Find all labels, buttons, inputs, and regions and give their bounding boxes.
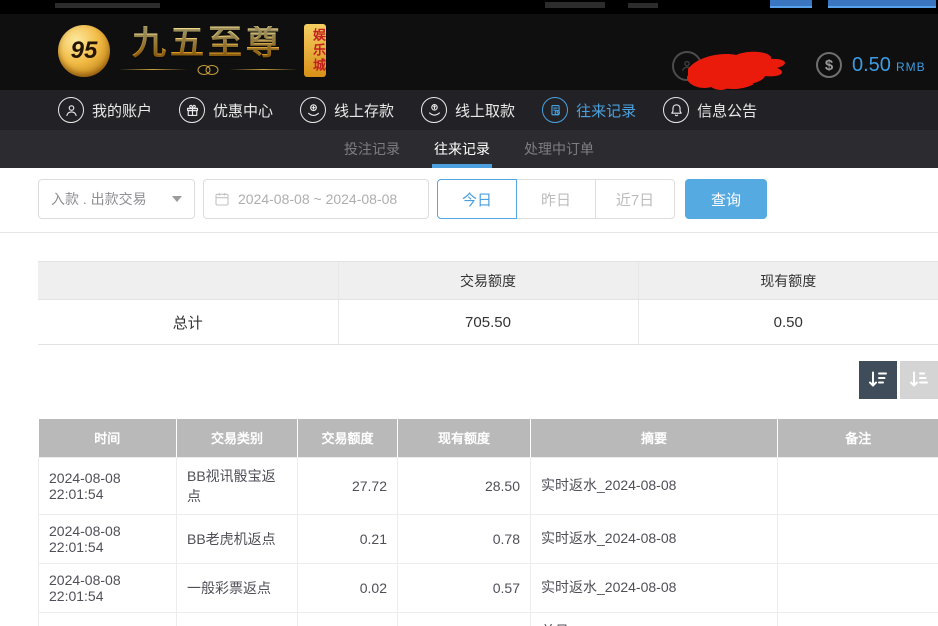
cell-summary: 实时返水_2024-08-08 xyxy=(531,563,778,612)
cell-note: Okpay xyxy=(778,612,938,626)
site-header: 95 九五至尊 娱乐城 xyxy=(0,14,938,90)
yesterday-button[interactable]: 昨日 xyxy=(516,179,596,219)
clipped-text xyxy=(628,3,658,8)
col-summary: 摘要 xyxy=(531,419,778,457)
cell-note xyxy=(778,563,938,612)
clipped-top-strip xyxy=(0,0,938,14)
cell-time: 2024-08-08 22:01:54 xyxy=(39,563,177,612)
transaction-type-select[interactable]: 入款 . 出款交易 xyxy=(38,179,195,219)
nav-item-online-withdraw[interactable]: 线上取款 xyxy=(421,97,515,123)
summary-header-transaction: 交易额度 xyxy=(338,262,638,300)
clipped-link[interactable] xyxy=(828,0,936,8)
summary-header-empty xyxy=(38,262,338,300)
col-balance: 现有额度 xyxy=(398,419,531,457)
gift-icon xyxy=(179,97,205,123)
calendar-icon xyxy=(214,191,230,207)
main-nav: 我的账户 优惠中心 线上存款 线上取款 往来记录 xyxy=(0,90,938,130)
cell-amount: 27.72 xyxy=(298,457,398,514)
nav-item-online-deposit[interactable]: 线上存款 xyxy=(300,97,394,123)
tab-bet-records[interactable]: 投注记录 xyxy=(342,130,402,168)
site-logo[interactable]: 95 九五至尊 娱乐城 xyxy=(58,24,326,77)
transaction-type-value: 入款 . 出款交易 xyxy=(51,189,147,209)
cell-summary: 单号:202408093693231906 人民币(RMB): 500 xyxy=(531,612,778,626)
nav-item-my-account[interactable]: 我的账户 xyxy=(58,97,152,123)
clipped-text xyxy=(55,3,160,8)
cell-type: 一般彩票返点 xyxy=(177,563,298,612)
deposit-icon xyxy=(300,97,326,123)
records-header-row: 时间 交易类别 交易额度 现有额度 摘要 备注 xyxy=(39,419,938,457)
cell-summary: 实时返水_2024-08-08 xyxy=(531,457,778,514)
query-button[interactable]: 查询 xyxy=(685,179,767,219)
balance-currency: RMB xyxy=(896,60,926,74)
record-subtabs: 投注记录 往来记录 处理中订单 xyxy=(0,130,938,168)
logo-emblem-icon: 95 xyxy=(58,25,110,77)
user-icon xyxy=(58,97,84,123)
cell-type: BB老虎机返点 xyxy=(177,514,298,563)
table-row: 2024-08-08 22:01:54 一般彩票返点 0.02 0.57 实时返… xyxy=(39,563,938,612)
today-button[interactable]: 今日 xyxy=(437,179,517,219)
table-row: 2024-08-08 22:01:54 BB老虎机返点 0.21 0.78 实时… xyxy=(39,514,938,563)
table-row: 2024-08-08 20:13:06 线上存款 500.00 500.55 单… xyxy=(39,612,938,626)
tab-transaction-records[interactable]: 往来记录 xyxy=(432,130,492,168)
redacted-username-scribble xyxy=(680,47,795,93)
sort-ascending-icon xyxy=(908,369,930,391)
cell-amount: 0.21 xyxy=(298,514,398,563)
cell-type: BB视讯骰宝返点 xyxy=(177,457,298,514)
divider xyxy=(0,232,938,233)
summary-balance-total: 0.50 xyxy=(638,300,938,345)
page: 95 九五至尊 娱乐城 xyxy=(0,0,938,626)
col-type: 交易类别 xyxy=(177,419,298,457)
summary-transaction-total: 705.50 xyxy=(338,300,638,345)
cell-balance: 0.78 xyxy=(398,514,531,563)
sort-controls xyxy=(38,361,938,399)
date-range-input[interactable]: 2024-08-08 ~ 2024-08-08 xyxy=(203,179,429,219)
sort-descending-icon xyxy=(867,369,889,391)
last7days-button[interactable]: 近7日 xyxy=(595,179,675,219)
cell-amount: 0.02 xyxy=(298,563,398,612)
summary-total-row: 总计 705.50 0.50 xyxy=(38,300,938,345)
balance-display[interactable]: $ 0.50 RMB xyxy=(816,52,926,78)
cell-time: 2024-08-08 20:13:06 xyxy=(39,612,177,626)
bell-icon xyxy=(663,97,689,123)
cell-note xyxy=(778,514,938,563)
nav-item-transaction-records[interactable]: 往来记录 xyxy=(542,97,636,123)
chevron-down-icon xyxy=(172,196,182,202)
summary-header-balance: 现有额度 xyxy=(638,262,938,300)
summary-table: 交易额度 现有额度 总计 705.50 0.50 xyxy=(38,261,938,345)
balance-amount: 0.50 xyxy=(852,54,891,77)
sort-descending-button[interactable] xyxy=(859,361,897,399)
cell-time: 2024-08-08 22:01:54 xyxy=(39,514,177,563)
table-row: 2024-08-08 22:01:54 BB视讯骰宝返点 27.72 28.50… xyxy=(39,457,938,514)
logo-flourish xyxy=(118,64,298,76)
cell-balance: 0.57 xyxy=(398,563,531,612)
nav-item-promotions[interactable]: 优惠中心 xyxy=(179,97,273,123)
cell-balance: 500.55 xyxy=(398,612,531,626)
withdraw-icon xyxy=(421,97,447,123)
logo-badge: 娱乐城 xyxy=(304,24,326,77)
cell-amount: 500.00 xyxy=(298,612,398,626)
date-range-value: 2024-08-08 ~ 2024-08-08 xyxy=(238,191,397,207)
col-note: 备注 xyxy=(778,419,938,457)
cell-time: 2024-08-08 22:01:54 xyxy=(39,457,177,514)
summary-total-label: 总计 xyxy=(38,300,338,345)
clipped-text xyxy=(545,2,605,8)
records-table: 时间 交易类别 交易额度 现有额度 摘要 备注 2024-08-08 22:01… xyxy=(38,419,938,626)
sort-ascending-button[interactable] xyxy=(900,361,938,399)
dollar-coin-icon: $ xyxy=(816,52,842,78)
cell-balance: 28.50 xyxy=(398,457,531,514)
cell-type: 线上存款 xyxy=(177,612,298,626)
cell-summary: 实时返水_2024-08-08 xyxy=(531,514,778,563)
records-icon xyxy=(542,97,568,123)
nav-item-announcements[interactable]: 信息公告 xyxy=(663,97,757,123)
logo-title: 九五至尊 xyxy=(132,26,284,60)
col-amount: 交易额度 xyxy=(298,419,398,457)
col-time: 时间 xyxy=(39,419,177,457)
filter-bar: 入款 . 出款交易 2024-08-08 ~ 2024-08-08 今日 昨日 … xyxy=(38,179,938,219)
tab-pending-orders[interactable]: 处理中订单 xyxy=(522,130,596,168)
quick-date-buttons: 今日 昨日 近7日 xyxy=(437,179,675,219)
clipped-link[interactable] xyxy=(770,0,812,8)
cell-note xyxy=(778,457,938,514)
